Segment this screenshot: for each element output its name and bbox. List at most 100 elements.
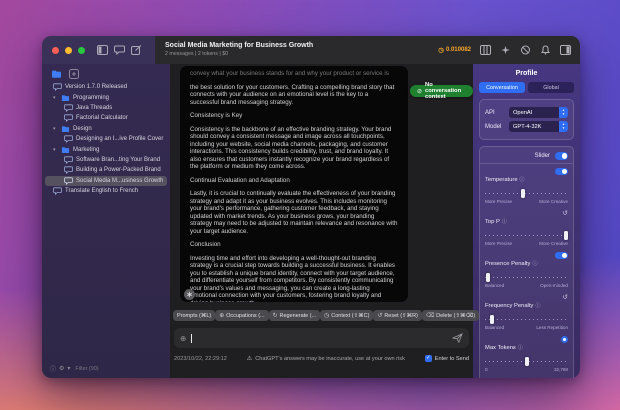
prompts-button[interactable]: Prompts (⌘L) [173, 310, 215, 321]
enter-to-send-option[interactable]: ✓ Enter to Send [425, 355, 469, 362]
badge-label: No conversation context [425, 82, 466, 100]
sidebar-item-social-media-growth[interactable]: Social Media M...usiness Growth [45, 176, 167, 186]
info-icon[interactable]: ⓘ [532, 261, 537, 267]
app-window: Social Media Marketing for Business Grow… [42, 36, 580, 378]
enter-to-send-label: Enter to Send [435, 356, 469, 362]
conversation-list: Version 1.7.0 Released ▾ Programming Jav… [42, 82, 170, 196]
chevron-down-icon[interactable]: ▾ [53, 126, 58, 132]
columns-layout-icon[interactable] [480, 45, 491, 55]
slider-min-label: More Precise [485, 241, 512, 246]
close-window-button[interactable] [52, 47, 59, 54]
gear-icon[interactable]: ⚙ [59, 365, 64, 372]
slider-thumb[interactable] [486, 273, 490, 282]
presence-penalty-toggle[interactable] [555, 252, 568, 260]
bell-icon[interactable] [540, 45, 551, 55]
model-row: Model GPT-4-32K ▴▾ [485, 121, 568, 132]
slider-mode-toggle[interactable] [555, 152, 568, 160]
zoom-window-button[interactable] [78, 47, 85, 54]
sidebar-folder-programming[interactable]: ▾ Programming [45, 92, 167, 102]
sidebar-toggle-icon[interactable] [97, 45, 108, 55]
chevron-down-icon[interactable]: ▾ [53, 147, 58, 153]
reset-icon[interactable]: ↺ [563, 294, 568, 301]
info-icon[interactable]: ⓘ [520, 177, 525, 183]
temperature-slider[interactable] [485, 189, 568, 198]
profile-tabs: Conversation Global [479, 82, 574, 93]
sidebar-item-profile-cover[interactable]: Designing an I...ive Profile Cover [45, 134, 167, 144]
reset-button[interactable]: ↺ Reset (⇧⌘R) [373, 310, 422, 321]
item-label: Programming [73, 95, 109, 101]
chat-icon [53, 83, 62, 91]
regenerate-button[interactable]: ↻ Regenerate (... [269, 310, 321, 321]
warning-icon: ⚠ [247, 355, 252, 362]
no-context-badge: ⊘ No conversation context [410, 85, 473, 97]
sidebar-folder-design[interactable]: ▾ Design [45, 124, 167, 134]
frequency-penalty-slider[interactable] [485, 315, 568, 324]
sidebar-item-software-branding[interactable]: Software Bran...ting Your Brand [45, 155, 167, 165]
max-tokens-toggle[interactable] [561, 336, 568, 343]
restore-defaults-button[interactable]: ↺ Restore Defaults [510, 378, 568, 379]
chevron-down-icon[interactable]: ▾ [53, 95, 58, 101]
minimize-window-button[interactable] [65, 47, 72, 54]
item-label: Design [73, 126, 92, 132]
occupations-button[interactable]: ⊕ Occupations (... [215, 310, 268, 321]
sidebar-item-factorial-calculator[interactable]: Factorial Calculator [45, 113, 167, 123]
context-button[interactable]: ◷ Context (⇧⌘C) [320, 310, 373, 321]
info-icon[interactable]: ⓘ [518, 345, 523, 351]
new-chat-icon[interactable] [69, 69, 79, 79]
send-button[interactable] [452, 333, 463, 343]
right-panel-toggle-icon[interactable] [560, 45, 571, 55]
sidebar-folder-marketing[interactable]: ▾ Marketing [45, 144, 167, 154]
folder-icon [61, 94, 70, 102]
slider-thumb[interactable] [564, 231, 568, 240]
chevron-down-icon[interactable]: ▾ [67, 365, 70, 372]
info-icon[interactable]: ⓘ [502, 219, 507, 225]
info-icon[interactable]: ⓘ [535, 303, 540, 309]
slash-circle-icon[interactable] [520, 45, 531, 55]
item-label: Designing an I...ive Profile Cover [76, 136, 163, 142]
top-p-slider[interactable] [485, 231, 568, 240]
sliders-card: Slider Temperatureⓘ [479, 146, 574, 378]
attach-plus-icon[interactable]: ⊕ [180, 334, 186, 343]
model-dropdown[interactable]: GPT-4-32K ▴▾ [509, 121, 568, 132]
message-paragraph: the best solution for your customers. Cr… [190, 84, 398, 107]
api-dropdown[interactable]: OpenAI ▴▾ [509, 107, 568, 118]
enter-to-send-checkbox[interactable]: ✓ [425, 355, 432, 362]
max-tokens-slider[interactable] [485, 357, 568, 366]
slider-min-label: Balanced [485, 325, 504, 330]
slider-thumb[interactable] [521, 189, 525, 198]
info-icon[interactable]: ⓘ [50, 364, 56, 373]
sidebar-item-translate-french[interactable]: Translate English to French [45, 186, 167, 196]
chat-icon [64, 104, 73, 112]
text-cursor [191, 334, 192, 343]
clock-icon: ◷ [438, 46, 444, 54]
slider-thumb[interactable] [525, 357, 529, 366]
message-heading: Consistency is Key [190, 112, 398, 120]
sidebar-item-power-packed-brand[interactable]: Building a Power-Packed Brand [45, 165, 167, 175]
message-paragraph: Lastly, it is crucial to continually eva… [190, 190, 398, 235]
compose-icon[interactable] [131, 45, 142, 55]
cost-indicator: ◷ 0.010082 [438, 46, 471, 54]
conversation-stats: 2 messages | 2 tokens | $0 [165, 51, 313, 57]
chat-icon [64, 156, 73, 164]
presence-penalty-slider[interactable] [485, 273, 568, 282]
model-value: GPT-4-32K [509, 124, 559, 130]
message-input[interactable]: ⊕ [174, 328, 469, 348]
item-label: Social Media M...usiness Growth [76, 178, 163, 184]
slider-max-label: Less Repetition [536, 325, 568, 330]
temperature-toggle[interactable] [555, 168, 568, 176]
reset-icon[interactable]: ↺ [563, 210, 568, 217]
sidebar-item-java-threads[interactable]: Java Threads [45, 103, 167, 113]
tab-global[interactable]: Global [528, 82, 574, 93]
sparkle-icon[interactable] [500, 45, 511, 55]
tab-conversation[interactable]: Conversation [479, 82, 525, 93]
slider-min-label: 0 [485, 367, 488, 372]
new-folder-icon[interactable] [51, 69, 62, 79]
status-bar: 2023/10/22, 22:29:12 ⚠ ChatGPT's answers… [174, 355, 469, 362]
conversation-sidebar: Version 1.7.0 Released ▾ Programming Jav… [42, 64, 170, 378]
slider-label: Frequency Penalty [485, 303, 533, 309]
sidebar-item-version-released[interactable]: Version 1.7.0 Released [45, 82, 167, 92]
chat-bubble-icon[interactable] [114, 45, 125, 55]
delete-button[interactable]: ⌫ Delete (⇧⌘⌫) [422, 310, 479, 321]
slider-thumb[interactable] [490, 315, 494, 324]
folder-icon [61, 125, 70, 133]
